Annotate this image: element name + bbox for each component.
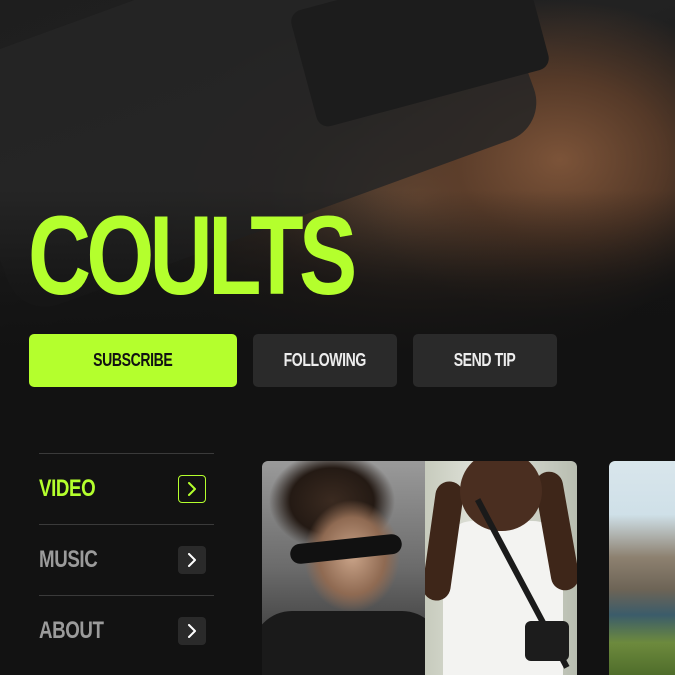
menu-item-label: ABOUT [39, 617, 104, 644]
sunglasses-shape [289, 533, 403, 565]
artist-name: COULTS [28, 193, 357, 318]
menu-item-about[interactable]: ABOUT [39, 595, 214, 666]
bag-shape [525, 621, 569, 661]
section-menu: VIDEO MUSIC ABOUT [39, 453, 214, 666]
menu-item-music[interactable]: MUSIC [39, 524, 214, 595]
menu-item-label: VIDEO [39, 475, 96, 502]
chevron-right-icon[interactable] [178, 475, 206, 503]
send-tip-button-label: SEND TIP [454, 350, 516, 370]
jacket-shape [262, 611, 425, 675]
video-thumbnail-portrait-sunglasses[interactable] [262, 461, 425, 675]
chevron-right-icon[interactable] [178, 617, 206, 645]
artist-page: COULTS SUBSCRIBE FOLLOWING SEND TIP VIDE… [0, 0, 675, 675]
menu-item-label: MUSIC [39, 546, 98, 573]
video-thumbnail-portrait-white-tee[interactable] [425, 461, 577, 675]
video-thumbnail-mountain-landscape[interactable] [609, 461, 675, 675]
chevron-right-icon[interactable] [178, 546, 206, 574]
send-tip-button[interactable]: SEND TIP [413, 334, 557, 387]
following-button[interactable]: FOLLOWING [253, 334, 397, 387]
menu-item-video[interactable]: VIDEO [39, 453, 214, 524]
subscribe-button[interactable]: SUBSCRIBE [29, 334, 237, 387]
following-button-label: FOLLOWING [283, 350, 367, 370]
subscribe-button-label: SUBSCRIBE [93, 350, 173, 370]
